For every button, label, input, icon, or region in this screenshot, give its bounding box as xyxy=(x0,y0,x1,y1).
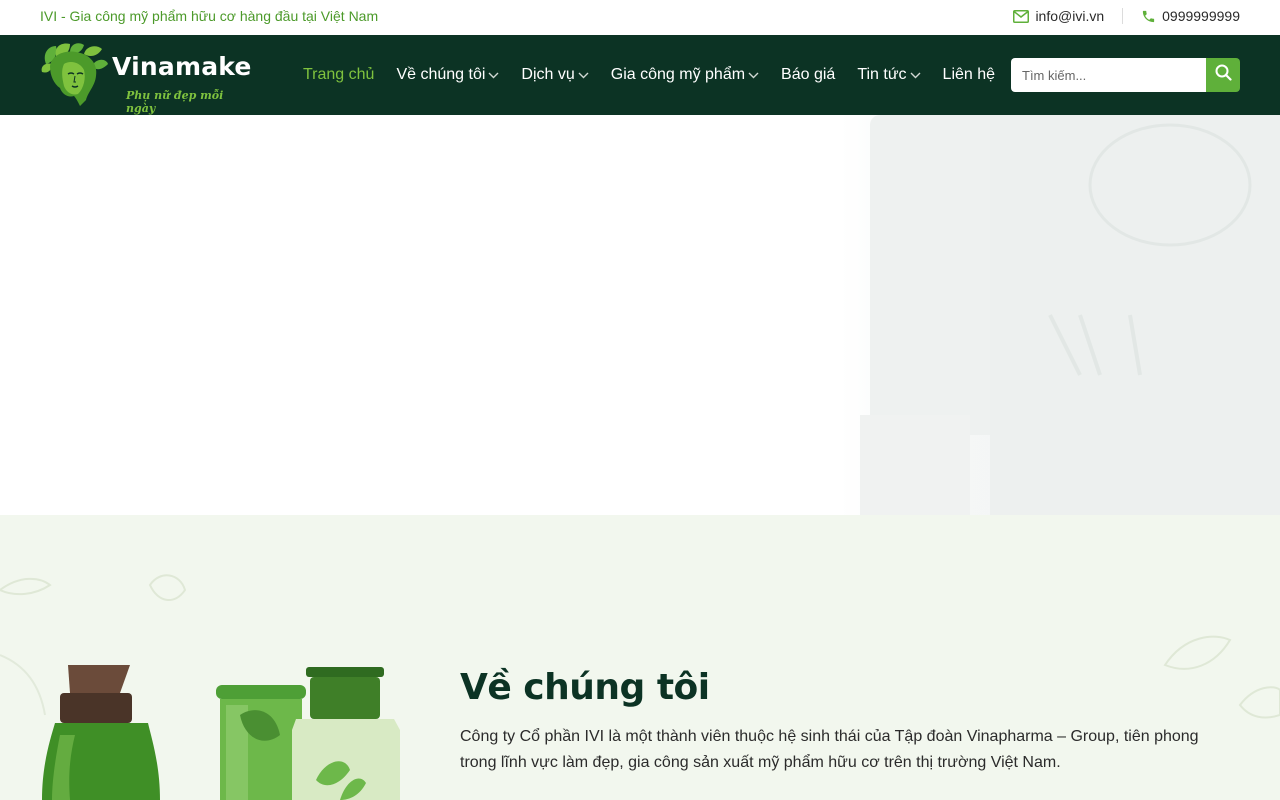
about-title: Về chúng tôi xyxy=(460,667,710,708)
mail-icon xyxy=(1013,9,1030,23)
hero-faded-product-image xyxy=(840,115,1280,515)
phone-text: 0999999999 xyxy=(1162,8,1240,24)
email-link[interactable]: info@ivi.vn xyxy=(1013,8,1104,24)
phone-icon xyxy=(1141,9,1156,24)
chevron-down-icon xyxy=(488,66,499,84)
hero-banner xyxy=(0,115,1280,515)
main-nav: Trang chủ Về chúng tôi Dịch vụ Gia công … xyxy=(303,35,1017,115)
search-button[interactable] xyxy=(1206,58,1240,92)
logo-slogan: Phụ nữ đẹp mỗi ngày xyxy=(126,89,224,115)
top-bar: IVI - Gia công mỹ phẩm hữu cơ hàng đầu t… xyxy=(0,0,1280,35)
logo-leaf-face-icon xyxy=(41,43,108,106)
phone-link[interactable]: 0999999999 xyxy=(1141,8,1240,24)
chevron-down-icon xyxy=(578,66,589,84)
nav-label: Liên hệ xyxy=(942,66,996,83)
contact-info: info@ivi.vn 0999999999 xyxy=(1013,8,1240,24)
nav-item-cosmetics-manufacturing[interactable]: Gia công mỹ phẩm xyxy=(611,66,759,84)
nav-label: Gia công mỹ phẩm xyxy=(610,66,746,83)
nav-item-pricing[interactable]: Báo giá xyxy=(781,66,835,84)
search-input[interactable] xyxy=(1011,58,1206,92)
search-form xyxy=(1011,58,1240,92)
search-icon xyxy=(1215,64,1232,86)
about-description: Công ty Cổ phần IVI là một thành viên th… xyxy=(460,728,1199,771)
nav-item-news[interactable]: Tin tức xyxy=(857,66,921,84)
chevron-down-icon xyxy=(910,66,921,84)
nav-item-services[interactable]: Dịch vụ xyxy=(521,66,589,84)
nav-label: Dịch vụ xyxy=(521,66,575,83)
nav-label: Báo giá xyxy=(781,66,836,83)
about-section: Về chúng tôi Công ty Cổ phần IVI là một … xyxy=(0,515,1280,800)
main-header: Vinamake Phụ nữ đẹp mỗi ngày Trang chủ V… xyxy=(0,35,1280,115)
site-logo[interactable]: Vinamake Phụ nữ đẹp mỗi ngày xyxy=(40,42,252,115)
contact-divider xyxy=(1122,8,1124,24)
logo-wordmark: Vinamake xyxy=(112,52,252,81)
chevron-down-icon xyxy=(748,66,759,84)
site-tagline: IVI - Gia công mỹ phẩm hữu cơ hàng đầu t… xyxy=(40,8,379,24)
nav-item-home[interactable]: Trang chủ xyxy=(303,66,374,84)
nav-label: Trang chủ xyxy=(303,66,375,83)
nav-label: Tin tức xyxy=(857,66,907,83)
nav-item-about[interactable]: Về chúng tôi xyxy=(396,66,499,84)
nav-item-contact[interactable]: Liên hệ xyxy=(943,66,996,84)
email-text: info@ivi.vn xyxy=(1035,8,1105,24)
nav-label: Về chúng tôi xyxy=(396,66,486,83)
